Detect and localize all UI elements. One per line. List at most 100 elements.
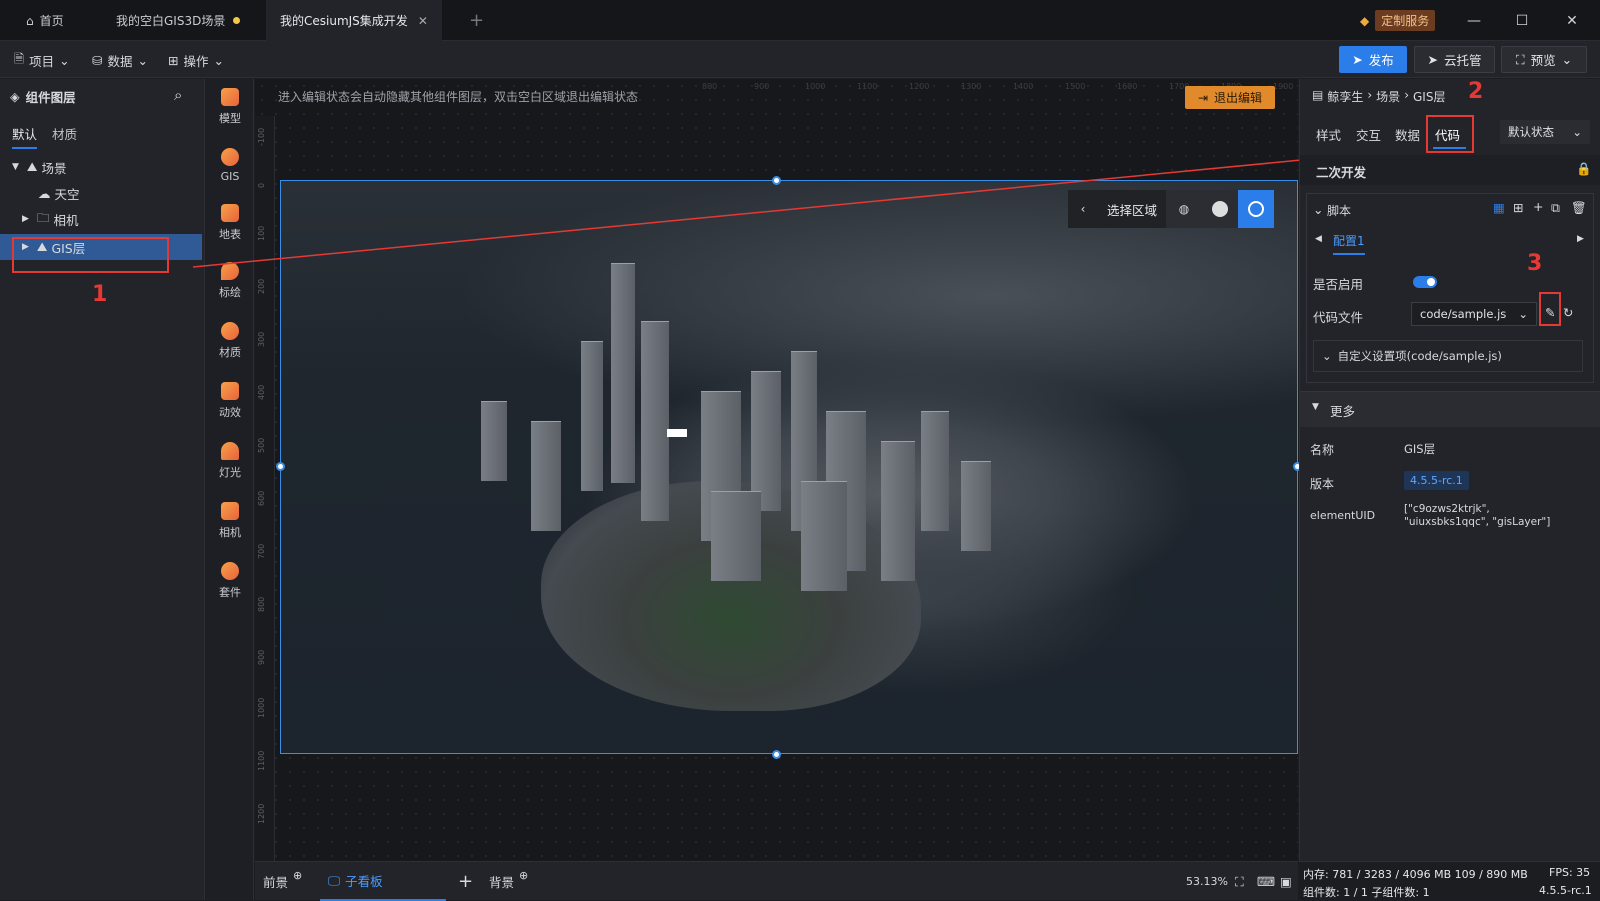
- title-bar: ⌂ 首页 我的空白GIS3D场景 我的CesiumJS集成开发 ✕ + ◆ 定制…: [0, 0, 1600, 41]
- background-tab[interactable]: 背景 ⊕: [489, 862, 528, 901]
- minimize-icon[interactable]: —: [1450, 0, 1498, 41]
- building: [711, 491, 761, 581]
- new-tab-button[interactable]: +: [455, 0, 491, 41]
- resize-handle-left[interactable]: [276, 462, 285, 471]
- caret-down-icon: ▼: [12, 162, 19, 172]
- layers-icon: ◈: [10, 89, 20, 104]
- building: [921, 411, 949, 531]
- version-status: 4.5.5-rc.1: [1539, 884, 1592, 897]
- menu-operate[interactable]: ⊞ 操作 ⌄: [168, 47, 224, 73]
- tab-default[interactable]: 默认: [12, 124, 38, 149]
- add-icon[interactable]: +: [1533, 199, 1543, 214]
- annotation-label-3: 3: [1527, 251, 1543, 276]
- config-tab[interactable]: 配置1: [1333, 232, 1365, 255]
- globe-icon[interactable]: ◍: [1166, 190, 1202, 228]
- chevron-left-icon[interactable]: ‹: [1068, 190, 1098, 228]
- split-icon[interactable]: ⊞: [1513, 200, 1523, 215]
- maximize-icon[interactable]: ☐: [1498, 0, 1546, 41]
- search-icon[interactable]: ⌕: [174, 86, 182, 104]
- chevron-down-icon: ⌄: [213, 52, 224, 68]
- palette-camera[interactable]: 相机: [206, 493, 254, 549]
- fit-screen-icon[interactable]: ⛶: [1235, 862, 1244, 901]
- lock-icon[interactable]: 🔒: [1576, 161, 1592, 177]
- terminal-icon[interactable]: ▣: [1280, 862, 1292, 901]
- fps-status: FPS: 35: [1549, 866, 1591, 879]
- unsaved-dot-icon: [233, 17, 241, 24]
- version-label: 版本: [1310, 477, 1335, 491]
- fullscreen-icon: ⛶: [1515, 51, 1525, 67]
- uid-label: elementUID: [1310, 509, 1376, 522]
- caret-right-icon: ▶: [22, 214, 29, 224]
- camera-icon: [221, 502, 239, 520]
- palette-model[interactable]: 模型: [206, 79, 254, 135]
- send-icon: ➤: [1352, 52, 1363, 67]
- scroll-left-icon[interactable]: ◀: [1315, 234, 1322, 244]
- model-icon: [221, 88, 239, 106]
- gis-3d-viewport[interactable]: [280, 180, 1298, 754]
- custom-service-button[interactable]: ◆ 定制服务: [1360, 10, 1436, 31]
- mountain-icon: ⛰: [26, 159, 38, 174]
- tree-item-camera[interactable]: ▶ 🗀 相机: [0, 206, 202, 232]
- circle-icon[interactable]: [1202, 190, 1238, 228]
- palette-terrain[interactable]: 地表: [206, 195, 254, 251]
- effect-icon: [221, 382, 239, 400]
- resize-handle-bottom[interactable]: [772, 750, 781, 759]
- close-tab-icon[interactable]: ✕: [418, 14, 428, 28]
- building: [801, 481, 847, 591]
- menu-data[interactable]: ⛁ 数据 ⌄: [92, 47, 148, 73]
- building: [961, 461, 991, 551]
- tab-home[interactable]: ⌂ 首页: [12, 0, 94, 41]
- tree-item-sky[interactable]: ☁ 天空: [0, 180, 202, 206]
- building: [611, 263, 635, 483]
- chevron-down-icon[interactable]: ⌄: [1313, 202, 1323, 217]
- palette-effect[interactable]: 动效: [206, 373, 254, 429]
- publish-button[interactable]: ➤ 发布: [1339, 46, 1407, 73]
- state-select[interactable]: 默认状态 ⌄: [1500, 120, 1590, 144]
- rotate-view-icon[interactable]: [1238, 190, 1274, 228]
- exit-icon: ⇥: [1197, 90, 1209, 105]
- close-window-icon[interactable]: ✕: [1548, 0, 1596, 41]
- exit-edit-button[interactable]: ⇥ 退出编辑: [1185, 86, 1275, 109]
- scroll-right-icon[interactable]: ▶: [1577, 234, 1584, 244]
- select-area-button[interactable]: 选择区域: [1098, 190, 1166, 228]
- code-file-select[interactable]: code/sample.js ⌄: [1411, 302, 1537, 326]
- palette-kit[interactable]: 套件: [206, 553, 254, 609]
- tab-gis3d-scene[interactable]: 我的空白GIS3D场景: [102, 0, 262, 41]
- enable-toggle[interactable]: [1413, 276, 1437, 288]
- add-circle-icon[interactable]: ⊕: [519, 869, 528, 882]
- menu-project[interactable]: 🗎 项目 ⌄: [14, 47, 70, 73]
- doc-icon: ▤: [1312, 88, 1324, 102]
- layout-icon[interactable]: ▦: [1493, 200, 1505, 215]
- layer-panel: ◈ 组件图层 ⌕ 默认 材质 ▼ ⛰ 场景 ☁ 天空 ▶ 🗀 相机 ▶ ⛰ GI…: [0, 79, 205, 900]
- tree-item-scene[interactable]: ▼ ⛰ 场景: [0, 154, 202, 180]
- add-board-button[interactable]: +: [458, 862, 473, 901]
- palette-marker[interactable]: 标绘: [206, 253, 254, 309]
- cloud-host-button[interactable]: ➤ 云托管: [1414, 46, 1495, 73]
- palette-gis[interactable]: GIS: [206, 137, 254, 193]
- more-section-header[interactable]: ▼ 更多: [1300, 391, 1600, 427]
- foreground-tab[interactable]: 前景 ⊕: [263, 862, 302, 901]
- add-circle-icon[interactable]: ⊕: [293, 869, 302, 882]
- chevron-down-icon: ⌄: [137, 52, 148, 68]
- component-count: 组件数: 1 / 1 子组件数: 1: [1303, 886, 1430, 899]
- preview-button[interactable]: ⛶ 预览 ⌄: [1501, 46, 1587, 73]
- palette-light[interactable]: 灯光: [206, 433, 254, 489]
- component-palette: 模型 GIS 地表 标绘 材质 动效 灯光 相机 套件: [206, 79, 254, 900]
- tab-data[interactable]: 数据: [1395, 125, 1420, 144]
- sub-board-tab[interactable]: 🖵 子看板: [320, 862, 446, 901]
- caret-down-icon: ▼: [1312, 402, 1319, 412]
- breadcrumb: ▤ 鲸孪生 › 场景 › GIS层: [1312, 88, 1446, 104]
- tab-interaction[interactable]: 交互: [1356, 125, 1381, 144]
- tab-cesium-dev[interactable]: 我的CesiumJS集成开发 ✕: [266, 0, 442, 41]
- keyboard-icon[interactable]: ⌨: [1257, 862, 1275, 901]
- palette-material[interactable]: 材质: [206, 313, 254, 369]
- scene-marker-label: [667, 429, 687, 437]
- annotation-box-2: [1426, 115, 1474, 153]
- custom-settings-row[interactable]: ⌄ 自定义设置项(code/sample.js): [1313, 340, 1583, 372]
- refresh-icon[interactable]: ↻: [1563, 305, 1573, 320]
- resize-handle-top[interactable]: [772, 176, 781, 185]
- copy-icon[interactable]: ⧉: [1551, 200, 1560, 216]
- tab-style[interactable]: 样式: [1316, 125, 1341, 144]
- delete-icon[interactable]: 🗑: [1571, 200, 1587, 216]
- tab-material[interactable]: 材质: [52, 124, 77, 143]
